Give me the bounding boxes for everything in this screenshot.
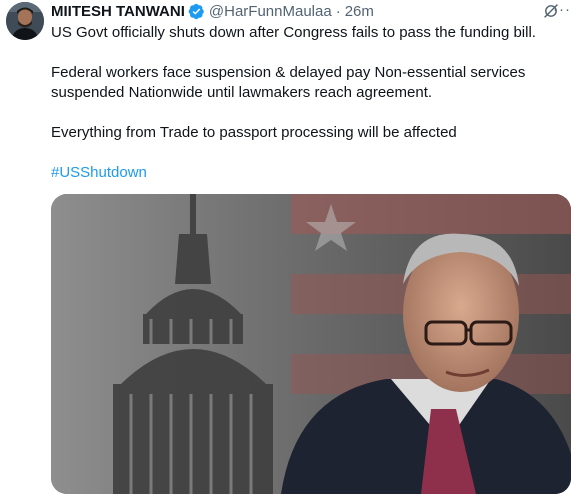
tweet-line-1: US Govt officially shuts down after Cong… <box>51 24 536 41</box>
tweet-line-2: Federal workers face suspension & delaye… <box>51 64 526 101</box>
tweet-media-image[interactable] <box>51 194 571 494</box>
hashtag-link[interactable]: #USShutdown <box>51 164 147 181</box>
tweet-header: MIITESH TANWANI @HarFunnMaulaa · 26m <box>51 2 557 20</box>
tweet-line-3: Everything from Trade to passport proces… <box>51 124 457 141</box>
author-name[interactable]: MIITESH TANWANI <box>51 3 185 20</box>
verified-badge-icon <box>188 3 204 19</box>
separator-dot: · <box>335 2 341 20</box>
author-avatar[interactable] <box>6 2 44 40</box>
tweet-timestamp[interactable]: 26m <box>345 3 374 20</box>
more-options-button[interactable]: ··· <box>553 1 571 18</box>
tweet-text: US Govt officially shuts down after Cong… <box>51 23 561 183</box>
author-handle[interactable]: @HarFunnMaulaa <box>209 3 332 20</box>
